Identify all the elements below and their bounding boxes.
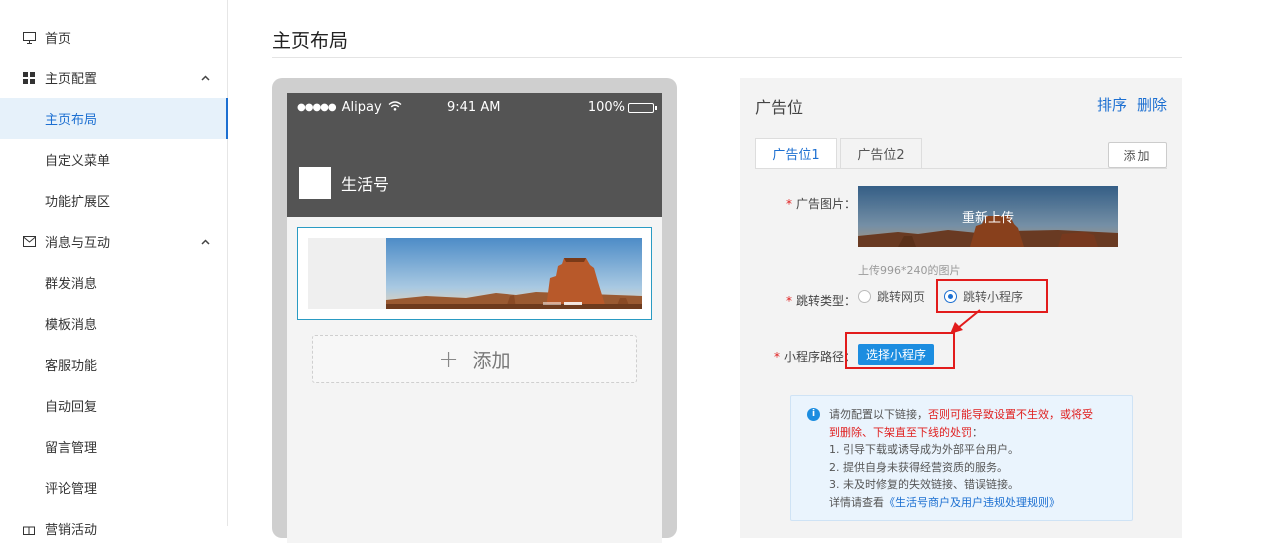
battery-icon	[628, 102, 657, 113]
chevron-up-icon	[201, 235, 210, 248]
gift-icon	[22, 522, 36, 536]
upload-hint: 上传996*240的图片	[858, 264, 961, 277]
tab-ad-slot-1[interactable]: 广告位1	[755, 138, 837, 169]
notice-box: i 请勿配置以下链接，否则可能导致设置不生效，或将受 到删除、下架直至下线的处罚…	[790, 395, 1133, 521]
delete-link[interactable]: 删除	[1137, 94, 1167, 115]
sidebar: 首页 主页配置 主页布局 自定义菜单 功能扩展区 消息与互动 群发消息 模板消息…	[0, 0, 228, 538]
sidebar-item-broadcast[interactable]: 群发消息	[0, 262, 228, 303]
jump-type-label: * 跳转类型：	[786, 294, 857, 308]
sidebar-item-auto-reply[interactable]: 自动回复	[0, 385, 228, 426]
sidebar-item-message-board[interactable]: 留言管理	[0, 426, 228, 467]
add-module-button[interactable]: + 添加	[312, 335, 637, 383]
sidebar-item-label: 营销活动	[45, 523, 98, 538]
sidebar-item-home-layout[interactable]: 主页布局	[0, 98, 228, 139]
ad-image-upload[interactable]: 重新上传	[858, 186, 1118, 247]
add-ad-slot-button[interactable]: 添加	[1108, 142, 1167, 168]
sidebar-item-label: 客服功能	[45, 359, 98, 374]
ad-image-label: * 广告图片：	[786, 197, 857, 211]
sort-link[interactable]: 排序	[1097, 94, 1127, 115]
add-module-label: 添加	[472, 349, 511, 372]
reupload-label: 重新上传	[961, 211, 1014, 226]
tab-divider	[755, 168, 1167, 169]
notice-item-1: 1. 引导下载或诱导成为外部平台用户。	[829, 443, 1019, 456]
sidebar-item-label: 功能扩展区	[45, 195, 111, 210]
sidebar-item-customer-service[interactable]: 客服功能	[0, 344, 228, 385]
sidebar-item-label: 自动回复	[45, 400, 98, 415]
radio-jump-webpage[interactable]: 跳转网页	[858, 288, 925, 305]
status-bar: ●●●●● Alipay 9:41 AM 100%	[287, 93, 662, 121]
sidebar-item-label: 留言管理	[45, 441, 98, 456]
account-name: 生活号	[341, 175, 390, 194]
phone-preview: ●●●●● Alipay 9:41 AM 100% 生活号 + 添加	[272, 78, 677, 543]
notice-line-2: 到删除、下架直至下线的处罚：	[829, 425, 983, 439]
info-icon: i	[807, 408, 820, 421]
phone-header: ●●●●● Alipay 9:41 AM 100% 生活号	[287, 93, 662, 217]
highlight-box-select	[845, 332, 955, 369]
clock-label: 9:41 AM	[447, 100, 501, 115]
sidebar-item-label: 评论管理	[45, 482, 98, 497]
miniprogram-path-label: * 小程序路径：	[774, 350, 857, 364]
sidebar-item-label: 首页	[45, 32, 72, 47]
mail-icon	[22, 235, 36, 249]
sidebar-item-label: 主页配置	[45, 72, 98, 87]
page-title: 主页布局	[272, 30, 349, 52]
carrier-label: Alipay	[341, 100, 382, 115]
sidebar-item-label: 消息与互动	[45, 236, 111, 251]
notice-more: 详情请查看《生活号商户及用户违规处理规则》	[829, 495, 1060, 509]
account-avatar	[299, 167, 331, 199]
plus-icon: +	[438, 345, 459, 373]
banner-image	[386, 238, 642, 309]
sidebar-item-comments[interactable]: 评论管理	[0, 467, 228, 508]
sidebar-item-messages[interactable]: 消息与互动	[0, 221, 228, 262]
wifi-icon	[388, 100, 402, 115]
sidebar-item-template-messages[interactable]: 模板消息	[0, 303, 228, 344]
ad-config-panel: 广告位 排序 删除 广告位1 广告位2 添加 * 广告图片： 重新上传 上传996…	[740, 78, 1182, 538]
ad-banner-preview[interactable]	[297, 227, 652, 320]
notice-line-1: 请勿配置以下链接，否则可能导致设置不生效，或将受	[829, 408, 1093, 421]
tab-ad-slot-2[interactable]: 广告位2	[840, 138, 922, 169]
sidebar-item-extension-area[interactable]: 功能扩展区	[0, 180, 228, 221]
sidebar-item-home[interactable]: 首页	[0, 17, 228, 58]
battery-label: 100%	[587, 100, 625, 115]
panel-title: 广告位	[755, 98, 804, 117]
sidebar-item-custom-menu[interactable]: 自定义菜单	[0, 139, 228, 180]
rules-link[interactable]: 《生活号商户及用户违规处理规则》	[884, 496, 1060, 509]
notice-item-3: 3. 未及时修复的失效链接、错误链接。	[829, 478, 1019, 491]
sidebar-item-label: 群发消息	[45, 277, 98, 292]
sidebar-item-marketing[interactable]: 营销活动	[0, 508, 228, 549]
signal-icon: ●●●●●	[297, 102, 337, 113]
banner-placeholder	[308, 238, 386, 309]
sidebar-item-label: 自定义菜单	[45, 154, 111, 169]
divider	[272, 57, 1182, 58]
carousel-dots	[543, 302, 582, 305]
phone-screen: ●●●●● Alipay 9:41 AM 100% 生活号 + 添加	[287, 93, 662, 543]
sidebar-item-home-config[interactable]: 主页配置	[0, 57, 228, 98]
monitor-icon	[22, 31, 36, 45]
chevron-up-icon	[201, 71, 210, 84]
notice-item-2: 2. 提供自身未获得经营资质的服务。	[829, 460, 1008, 474]
sidebar-item-label: 模板消息	[45, 318, 98, 333]
sidebar-item-label: 主页布局	[45, 113, 98, 128]
radio-button[interactable]	[858, 290, 871, 303]
grid-icon	[22, 71, 36, 85]
radio-label: 跳转网页	[877, 290, 926, 304]
